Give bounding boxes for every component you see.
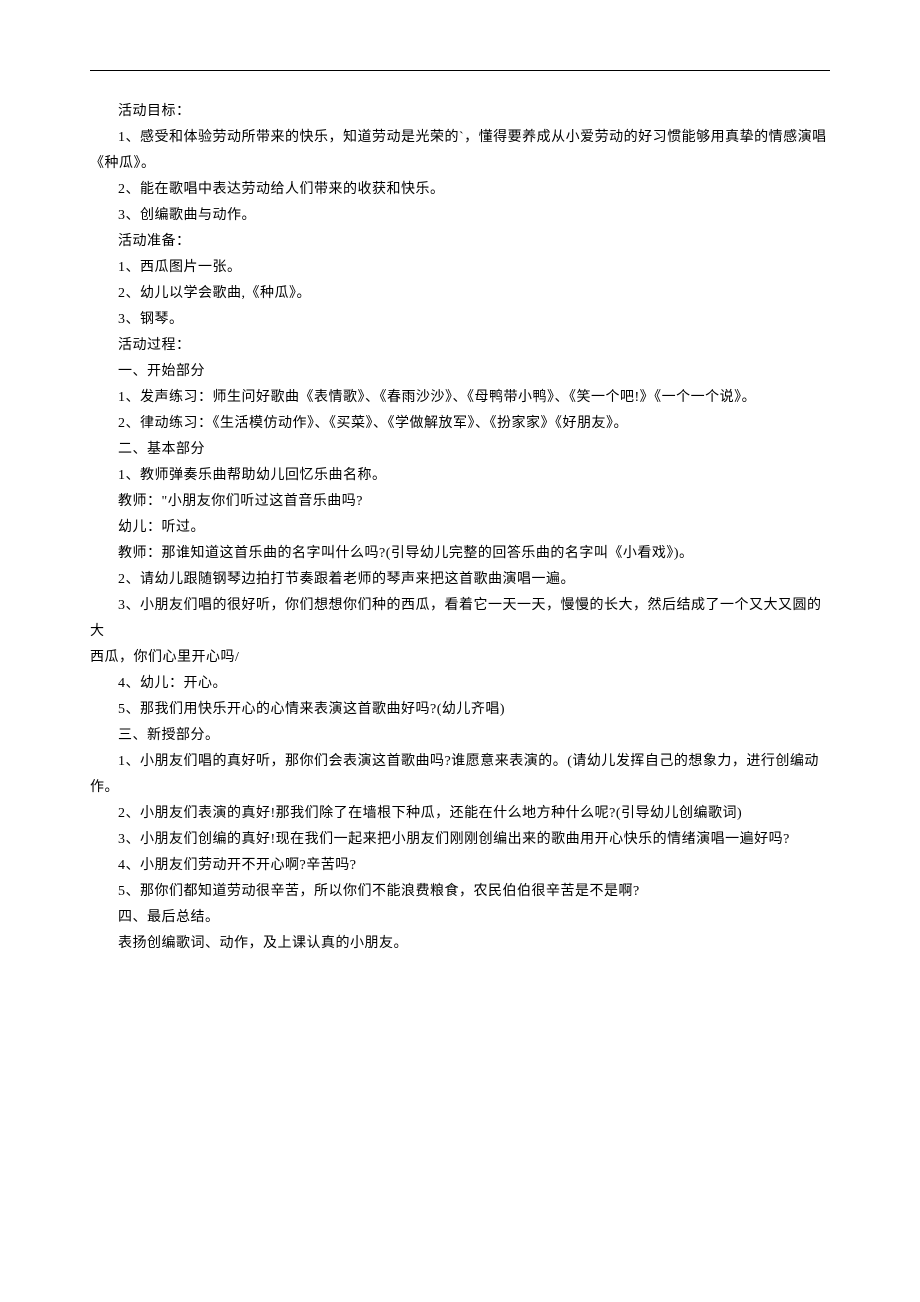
paragraph: 四、最后总结。 [90,905,830,931]
paragraph: 1、小朋友们唱的真好听，那你们会表演这首歌曲吗?谁愿意来表演的。(请幼儿发挥自己… [90,749,830,801]
paragraph-continuation: 西瓜，你们心里开心吗/ [90,645,830,671]
paragraph: 1、西瓜图片一张。 [90,255,830,281]
paragraph: 3、小朋友们创编的真好!现在我们一起来把小朋友们刚刚创编出来的歌曲用开心快乐的情… [90,827,830,853]
paragraph: 2、小朋友们表演的真好!那我们除了在墙根下种瓜，还能在什么地方种什么呢?(引导幼… [90,801,830,827]
paragraph: 一、开始部分 [90,359,830,385]
paragraph: 2、律动练习：《生活模仿动作》、《买菜》、《学做解放军》、《扮家家》《好朋友》。 [90,411,830,437]
paragraph: 2、能在歌唱中表达劳动给人们带来的收获和快乐。 [90,177,830,203]
paragraph: 三、新授部分。 [90,723,830,749]
paragraph: 活动过程： [90,333,830,359]
paragraph: 2、请幼儿跟随钢琴边拍打节奏跟着老师的琴声来把这首歌曲演唱一遍。 [90,567,830,593]
paragraph: 教师：那谁知道这首乐曲的名字叫什么吗?(引导幼儿完整的回答乐曲的名字叫《小看戏》… [90,541,830,567]
paragraph: 3、创编歌曲与动作。 [90,203,830,229]
paragraph: 二、基本部分 [90,437,830,463]
paragraph: 1、感受和体验劳动所带来的快乐，知道劳动是光荣的`，懂得要养成从小爱劳动的好习惯… [90,125,830,151]
paragraph: 1、教师弹奏乐曲帮助幼儿回忆乐曲名称。 [90,463,830,489]
paragraph: 教师："小朋友你们听过这首音乐曲吗? [90,489,830,515]
paragraph-continuation: 《种瓜》。 [90,151,830,177]
top-horizontal-rule [90,70,830,71]
paragraph: 1、发声练习：师生问好歌曲《表情歌》、《春雨沙沙》、《母鸭带小鸭》、《笑一个吧!… [90,385,830,411]
paragraph: 活动准备： [90,229,830,255]
paragraph: 5、那我们用快乐开心的心情来表演这首歌曲好吗?(幼儿齐唱) [90,697,830,723]
document-body: 活动目标：1、感受和体验劳动所带来的快乐，知道劳动是光荣的`，懂得要养成从小爱劳… [90,99,830,957]
paragraph: 3、钢琴。 [90,307,830,333]
document-page: 活动目标：1、感受和体验劳动所带来的快乐，知道劳动是光荣的`，懂得要养成从小爱劳… [0,0,920,1302]
paragraph: 活动目标： [90,99,830,125]
paragraph: 幼儿：听过。 [90,515,830,541]
paragraph: 5、那你们都知道劳动很辛苦，所以你们不能浪费粮食，农民伯伯很辛苦是不是啊? [90,879,830,905]
paragraph: 4、幼儿：开心。 [90,671,830,697]
paragraph: 表扬创编歌词、动作，及上课认真的小朋友。 [90,931,830,957]
paragraph: 2、幼儿以学会歌曲,《种瓜》。 [90,281,830,307]
paragraph: 3、小朋友们唱的很好听，你们想想你们种的西瓜，看着它一天一天，慢慢的长大，然后结… [90,593,830,645]
paragraph: 4、小朋友们劳动开不开心啊?辛苦吗? [90,853,830,879]
